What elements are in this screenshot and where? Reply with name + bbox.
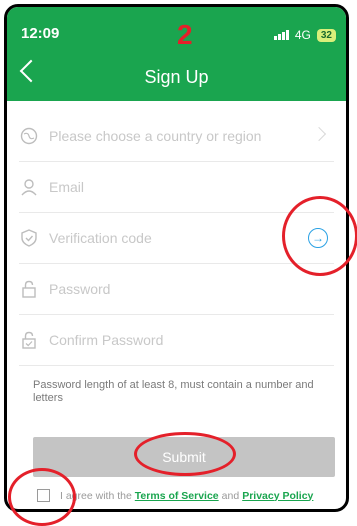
- agree-and: and: [221, 489, 240, 502]
- password-field[interactable]: Password: [19, 264, 334, 315]
- globe-icon: [19, 126, 39, 146]
- email-field[interactable]: Email: [19, 162, 334, 213]
- verification-placeholder: Verification code: [49, 230, 152, 246]
- network-label: 4G: [294, 28, 311, 42]
- terms-link[interactable]: Terms of Service: [135, 490, 219, 502]
- lock-icon: [19, 279, 39, 299]
- annotation-circle-checkbox: [8, 468, 76, 526]
- status-time: 12:09: [21, 25, 60, 42]
- user-icon: [19, 177, 39, 197]
- shield-icon: [19, 228, 39, 248]
- annotation-circle-send-code: [282, 196, 357, 276]
- privacy-link[interactable]: Privacy Policy: [242, 490, 313, 502]
- app-header: 12:09 2 4G 32 Sign Up: [7, 7, 346, 101]
- country-field[interactable]: Please choose a country or region: [19, 111, 334, 162]
- password-hint: Password length of at least 8, must cont…: [33, 379, 314, 404]
- password-placeholder: Password: [49, 281, 111, 297]
- agreement-row: I agree with the Terms of Service and Pr…: [37, 489, 316, 502]
- annotation-circle-submit: [134, 432, 236, 476]
- email-placeholder: Email: [49, 179, 85, 195]
- confirm-password-field[interactable]: Confirm Password: [19, 315, 334, 366]
- battery-icon: 32: [316, 28, 336, 42]
- page-title: Sign Up: [144, 67, 209, 87]
- country-placeholder: Please choose a country or region: [49, 128, 262, 144]
- lock-check-icon: [19, 330, 39, 350]
- chevron-right-icon: [311, 126, 327, 142]
- status-indicators: 4G 32: [273, 28, 336, 42]
- annotation-number: 2: [177, 19, 193, 50]
- signal-icon: [273, 30, 289, 40]
- confirm-password-placeholder: Confirm Password: [49, 332, 164, 348]
